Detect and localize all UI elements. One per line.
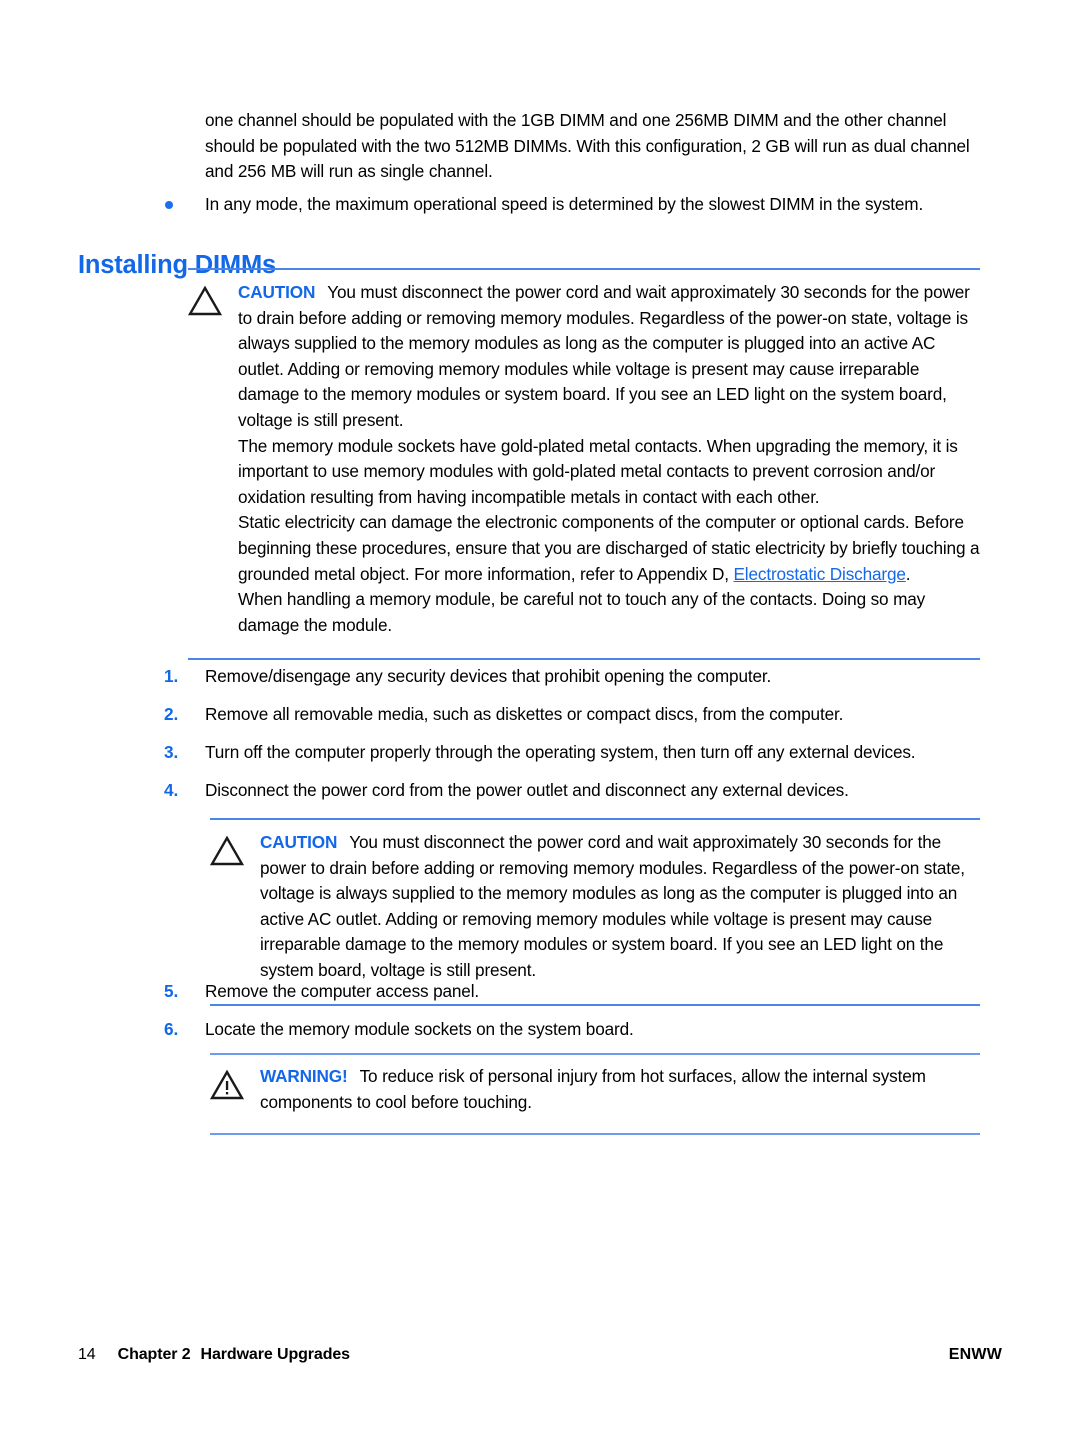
step-number: 1. xyxy=(164,666,179,686)
warning-text: To reduce risk of personal injury from h… xyxy=(260,1066,926,1112)
step-text: Remove all removable media, such as disk… xyxy=(205,704,844,724)
step-item-2: 2. Remove all removable media, such as d… xyxy=(164,702,994,728)
caution-triangle-icon xyxy=(210,830,260,866)
step-text: Remove/disengage any security devices th… xyxy=(205,666,772,686)
caution-note-1: CAUTION You must disconnect the power cor… xyxy=(188,268,980,661)
page-footer: 14 Chapter 2 Hardware Upgrades ENWW xyxy=(78,1346,1002,1364)
step-text: Turn off the computer properly through t… xyxy=(205,742,916,762)
step-item-6: 6. Locate the memory module sockets on t… xyxy=(164,1017,994,1043)
caution-triangle-icon xyxy=(188,280,238,316)
bullet-list-item: In any mode, the maximum operational spe… xyxy=(165,192,985,218)
paragraph-3-tail: . xyxy=(905,563,911,584)
step-number: 4. xyxy=(164,780,179,800)
bullet-item-text: In any mode, the maximum operational spe… xyxy=(205,194,924,214)
note-bottom-rule xyxy=(188,658,980,661)
warning-note: WARNING! To reduce risk of personal injur… xyxy=(210,1053,980,1136)
warning-label: WARNING! xyxy=(260,1066,348,1086)
footer-right-label: ENWW xyxy=(948,1346,1002,1363)
footer-chapter: Chapter 2 xyxy=(117,1346,191,1363)
intro-paragraph: one channel should be populated with the… xyxy=(205,110,970,182)
note-body: WARNING! To reduce risk of personal injur… xyxy=(210,1055,980,1119)
caution-text: You must disconnect the power cord and w… xyxy=(238,282,970,430)
note-bottom-rule xyxy=(210,1133,980,1136)
step-text: Disconnect the power cord from the power… xyxy=(205,780,849,800)
footer-chapter-title: Hardware Upgrades xyxy=(200,1346,351,1363)
step-text: Remove the computer access panel. xyxy=(205,981,480,1001)
step-text: Locate the memory module sockets on the … xyxy=(205,1019,634,1039)
note-body: CAUTION You must disconnect the power cor… xyxy=(188,270,980,640)
step-number: 2. xyxy=(164,704,179,724)
document-page: one channel should be populated with the… xyxy=(0,0,1080,1437)
footer-left: 14 Chapter 2 Hardware Upgrades xyxy=(78,1346,350,1364)
bullet-dot-icon xyxy=(165,192,205,209)
note-paragraph-2: The memory module sockets have gold-plat… xyxy=(238,435,958,507)
step-item-1: 1. Remove/disengage any security devices… xyxy=(164,664,994,690)
warning-triangle-icon xyxy=(210,1064,260,1100)
step-item-3: 3. Turn off the computer properly throug… xyxy=(164,740,994,766)
caution-text: You must disconnect the power cord and w… xyxy=(260,832,965,980)
step-item-5: 5. Remove the computer access panel. xyxy=(164,979,994,1005)
note-body: CAUTION You must disconnect the power cor… xyxy=(210,820,980,988)
footer-page-number: 14 xyxy=(78,1346,96,1363)
note-content: WARNING! To reduce risk of personal injur… xyxy=(260,1064,980,1115)
electrostatic-discharge-link[interactable]: Electrostatic Discharge xyxy=(733,564,905,584)
caution-note-2: CAUTION You must disconnect the power cor… xyxy=(210,818,980,1006)
note-paragraph-3: Static electricity can damage the electr… xyxy=(238,510,980,587)
step-item-4: 4. Disconnect the power cord from the po… xyxy=(164,778,994,804)
note-paragraph-4: When handling a memory module, be carefu… xyxy=(238,589,926,635)
step-number: 3. xyxy=(164,742,179,762)
note-content: CAUTION You must disconnect the power cor… xyxy=(238,280,980,638)
note-content: CAUTION You must disconnect the power cor… xyxy=(260,830,980,984)
step-number: 6. xyxy=(164,1019,179,1039)
caution-label: CAUTION xyxy=(260,832,338,852)
caution-label: CAUTION xyxy=(238,282,316,302)
step-number: 5. xyxy=(164,981,179,1001)
